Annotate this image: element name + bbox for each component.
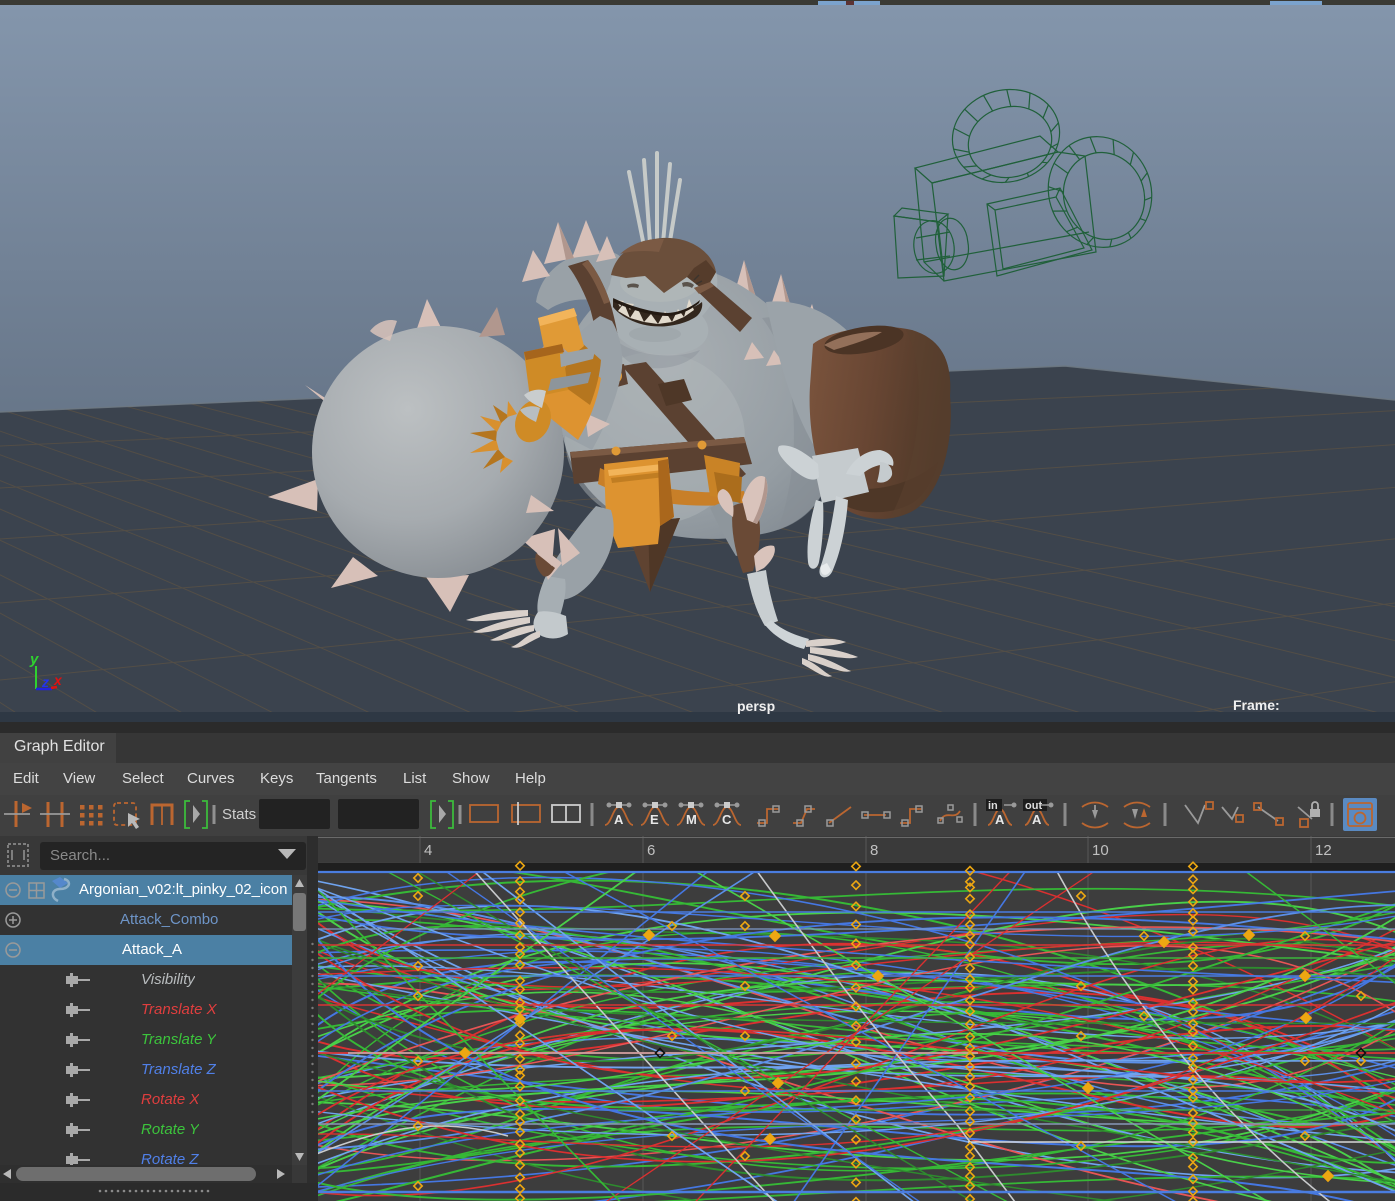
svg-text:10: 10 [1092,842,1109,859]
svg-text:x: x [53,672,63,688]
svg-text:A: A [614,812,624,827]
svg-text:4: 4 [424,842,432,859]
svg-text:Frame:: Frame: [1233,697,1280,713]
svg-text:Stats: Stats [222,806,256,823]
svg-text:6: 6 [647,842,655,859]
svg-text:A: A [1032,812,1042,827]
svg-text:M: M [686,812,697,827]
svg-text:E: E [650,812,659,827]
svg-text:in: in [988,800,998,812]
svg-text:persp: persp [737,698,775,714]
svg-text:A: A [995,812,1005,827]
svg-text:12: 12 [1315,842,1332,859]
svg-text:8: 8 [870,842,878,859]
svg-text:out: out [1025,800,1042,812]
svg-text:C: C [722,812,732,827]
svg-text:y: y [29,651,39,668]
svg-text:z: z [41,674,49,690]
